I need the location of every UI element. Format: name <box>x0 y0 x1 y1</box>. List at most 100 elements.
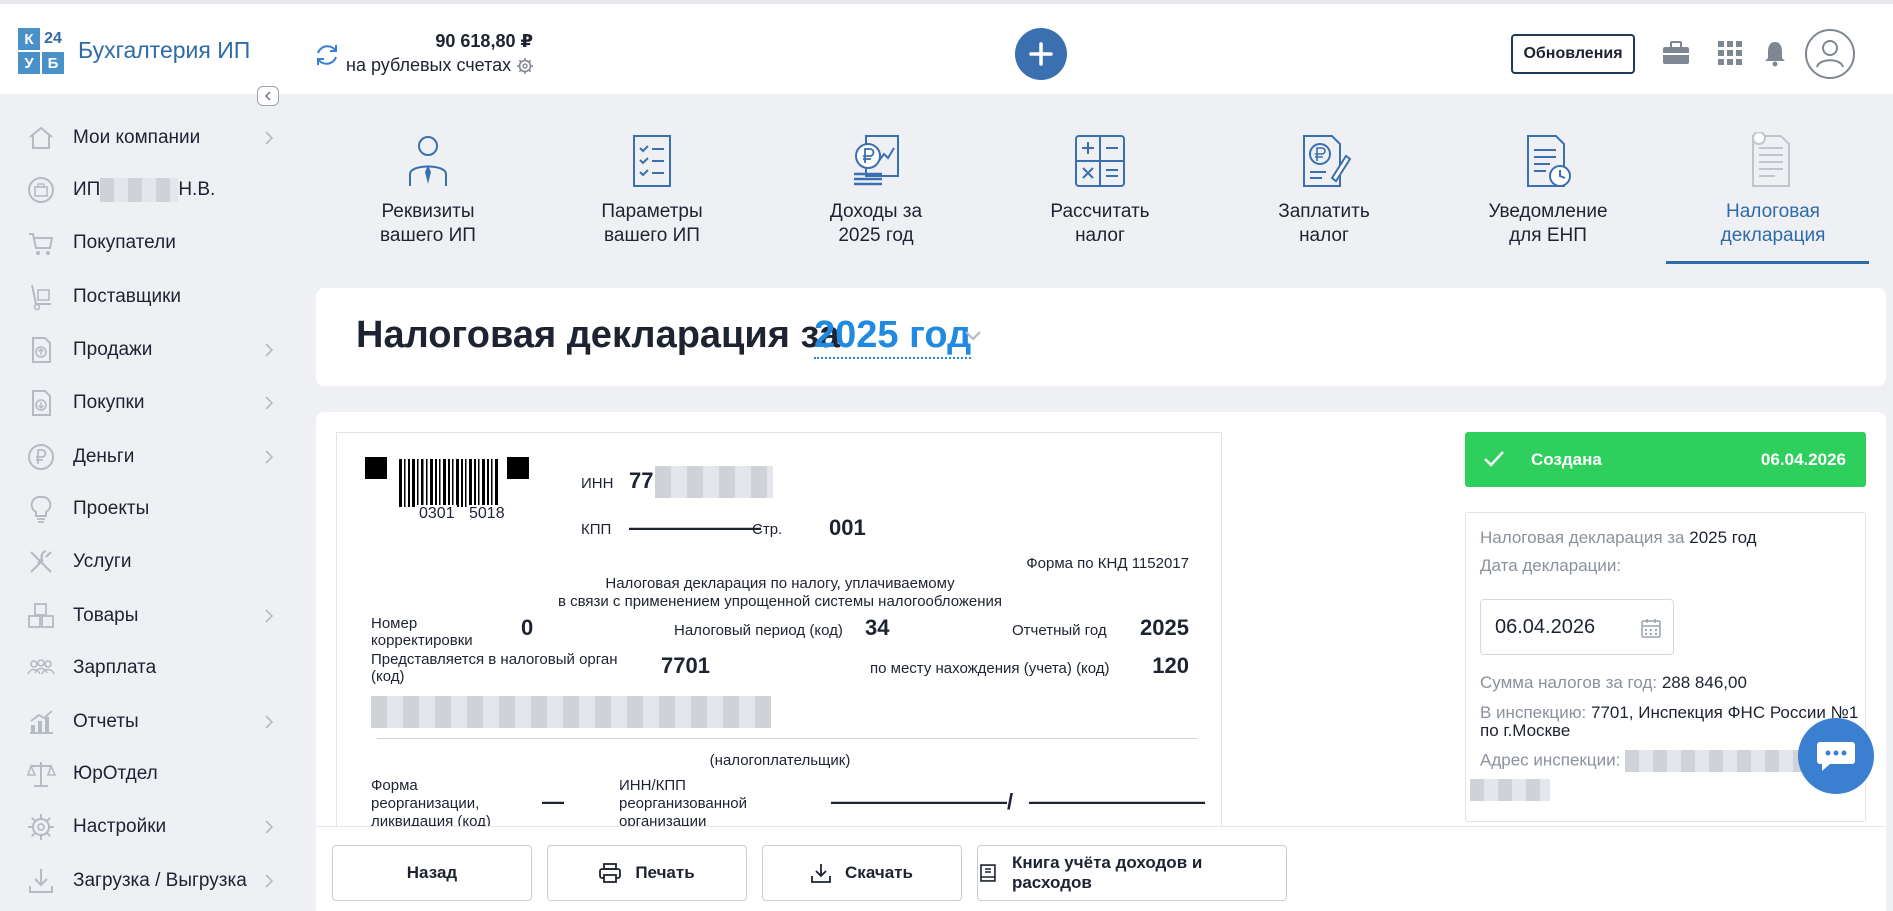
sidebar: Мои компании ИП Н.В. Покупатели Поставщик… <box>0 94 300 911</box>
gear-icon[interactable] <box>516 57 534 75</box>
status-label: Создана <box>1531 450 1602 469</box>
redacted-name <box>100 178 179 202</box>
apps-grid-icon[interactable] <box>1715 38 1745 68</box>
sidebar-item-label: Проекты <box>73 498 150 519</box>
gear-icon <box>28 814 54 840</box>
sidebar-item-reports[interactable]: Отчеты <box>0 697 300 747</box>
app-name[interactable]: Бухгалтерия ИП <box>78 37 250 64</box>
declaration-title-line2: в связи с применением упрощенной системы… <box>557 593 1003 610</box>
inspection-line2: по г.Москве <box>1480 721 1571 740</box>
sidebar-item-money[interactable]: Деньги <box>0 432 300 482</box>
people-icon <box>27 659 55 675</box>
balance-label: на рублевых счетах <box>346 55 512 75</box>
sidebar-item-label: Загрузка / Выгрузка <box>73 870 247 891</box>
briefcase-icon[interactable] <box>1661 38 1691 68</box>
barcode-number: 0301 <box>417 505 457 523</box>
sidebar-item-company[interactable]: ИП Н.В. <box>0 165 300 215</box>
sidebar-item-services[interactable]: Услуги <box>0 537 300 587</box>
sidebar-item-customers[interactable]: Покупатели <box>0 218 300 268</box>
chat-button[interactable] <box>1798 718 1874 794</box>
download-button[interactable]: Скачать <box>762 845 962 901</box>
inn-label: ИНН <box>581 475 614 492</box>
briefcase-icon <box>28 177 54 203</box>
logo-cell: 24 <box>42 28 64 50</box>
logo-cell: У <box>18 52 40 74</box>
income-book-button[interactable]: Книга учёта доходов и расходов <box>977 845 1287 901</box>
declaration-date-input[interactable]: 06.04.2026 <box>1480 599 1674 655</box>
declaration-preview[interactable]: 0301 5018 ИНН 77 КПП —————— Стр. 001 Фор… <box>336 432 1222 852</box>
boxes-icon <box>28 603 54 628</box>
year-selector[interactable]: 2025 год <box>814 314 972 359</box>
download-icon <box>29 869 53 893</box>
kpp-value: —————— <box>629 515 761 540</box>
sidebar-item-label: Поставщики <box>73 286 182 307</box>
balance-amount: 90 618,80 ₽ <box>435 31 533 51</box>
declaration-title-line1: Налоговая декларация по налогу, уплачива… <box>605 575 955 592</box>
redacted-address <box>1625 750 1826 772</box>
correction-label: корректировки <box>371 632 473 649</box>
collapse-sidebar-button[interactable] <box>257 86 279 106</box>
chevron-down-icon[interactable] <box>964 330 982 342</box>
tile-ip-details[interactable]: Реквизиты вашего ИП <box>316 126 540 266</box>
notice-clock-icon <box>1527 135 1571 187</box>
tile-enp-notice[interactable]: Уведомление для ЕНП <box>1436 126 1660 266</box>
company-prefix: ИП <box>73 179 101 201</box>
sidebar-item-settings[interactable]: Настройки <box>0 802 300 852</box>
download-icon <box>811 864 831 883</box>
tax-sum: Сумма налогов за год: 288 846,00 <box>1480 673 1747 692</box>
sidebar-item-label: Настройки <box>73 816 167 837</box>
reorg-slash: / <box>1007 789 1014 814</box>
tile-calculate-tax[interactable]: Рассчитать налог <box>988 126 1212 266</box>
add-button[interactable] <box>1015 28 1067 80</box>
info-declaration: Налоговая декларация за 2025 год <box>1480 528 1757 547</box>
sidebar-item-purchases[interactable]: Покупки <box>0 378 300 428</box>
app-logo[interactable]: К 24 У Б <box>18 28 64 74</box>
avatar[interactable] <box>1805 29 1855 79</box>
sidebar-item-label: Зарплата <box>73 657 157 678</box>
tile-pay-tax[interactable]: Заплатить налог <box>1212 126 1436 266</box>
active-tab-underline <box>1666 261 1869 264</box>
inspection: В инспекцию: 7701, Инспекция ФНС России … <box>1480 703 1859 722</box>
chart-icon <box>30 710 53 734</box>
logo-cell: К <box>18 28 40 50</box>
checklist-icon <box>633 135 671 187</box>
refresh-icon[interactable] <box>312 40 342 70</box>
reorg-inn-label: ИНН/КПП <box>619 777 686 794</box>
sidebar-item-label: Отчеты <box>73 711 139 732</box>
person-icon <box>409 136 447 186</box>
reorg-inn-value: ———————— <box>831 789 1007 814</box>
corner-marker <box>365 457 387 479</box>
tile-label: Параметры вашего ИП <box>601 201 703 246</box>
status-date: 06.04.2026 <box>1760 450 1846 469</box>
tile-ip-params[interactable]: Параметры вашего ИП <box>540 126 764 266</box>
status-badge: Создана 06.04.2026 <box>1465 432 1866 487</box>
sidebar-item-legal[interactable]: ЮрОтдел <box>0 749 300 799</box>
company-suffix: Н.В. <box>178 179 216 201</box>
tile-label: Уведомление для ЕНП <box>1488 201 1608 246</box>
sidebar-item-salary[interactable]: Зарплата <box>0 643 300 693</box>
tile-income[interactable]: Доходы за 2025 год <box>764 126 988 266</box>
ruble-coin-icon <box>28 444 54 470</box>
tile-tax-declaration[interactable]: Налоговая декларация <box>1661 126 1885 266</box>
barcode-image <box>399 459 498 507</box>
updates-button[interactable]: Обновления <box>1511 34 1635 74</box>
sidebar-item-suppliers[interactable]: Поставщики <box>0 272 300 322</box>
sidebar-item-goods[interactable]: Товары <box>0 591 300 641</box>
reorg-value: — <box>542 789 564 814</box>
calculator-icon <box>1075 135 1125 187</box>
chevron-right-icon <box>265 131 274 145</box>
sidebar-item-projects[interactable]: Проекты <box>0 484 300 534</box>
lightbulb-icon <box>30 495 52 523</box>
tile-label: Доходы за 2025 год <box>829 201 923 246</box>
tile-label: Реквизиты вашего ИП <box>380 201 476 246</box>
sidebar-item-import-export[interactable]: Загрузка / Выгрузка <box>0 856 300 906</box>
sidebar-item-companies[interactable]: Мои компании <box>0 113 300 163</box>
back-button[interactable]: Назад <box>332 845 532 901</box>
action-bar: Назад Печать Скачать Книга учёта доходов… <box>316 826 1886 911</box>
calendar-icon[interactable] <box>1641 618 1661 638</box>
print-button[interactable]: Печать <box>547 845 747 901</box>
year-label: Отчетный год <box>1012 622 1107 639</box>
coins-icon <box>854 135 899 186</box>
sidebar-item-sales[interactable]: Продажи <box>0 325 300 375</box>
bell-icon[interactable] <box>1760 38 1790 68</box>
